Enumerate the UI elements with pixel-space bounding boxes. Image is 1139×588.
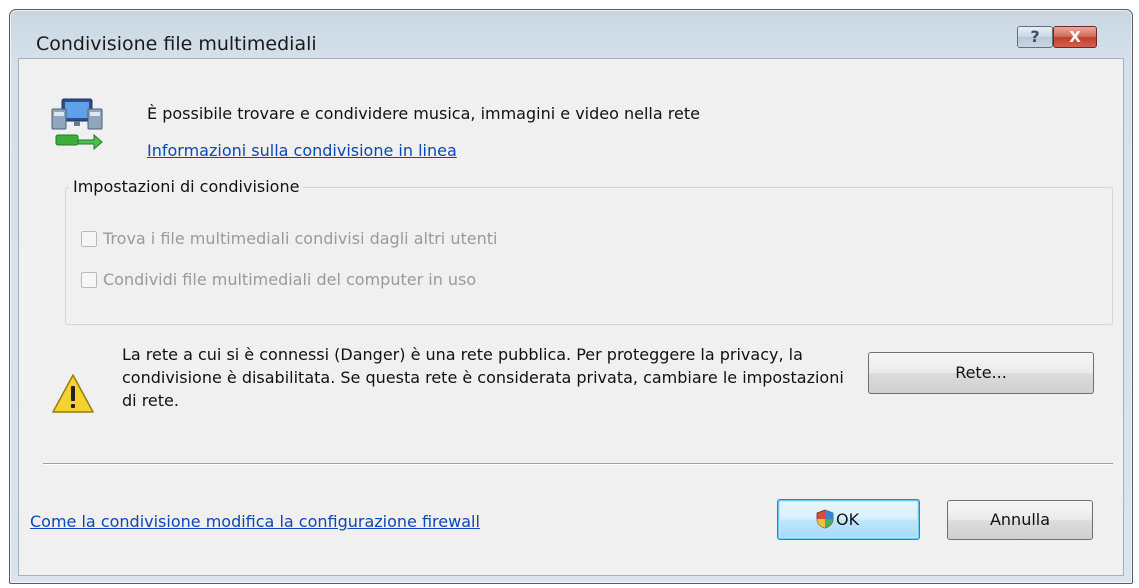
close-icon: X <box>1069 28 1081 46</box>
help-icon: ? <box>1030 27 1040 46</box>
footer-separator <box>43 463 1113 465</box>
find-shared-media-checkbox[interactable] <box>81 231 97 247</box>
cancel-button[interactable]: Annulla <box>947 500 1093 540</box>
dialog-window: Condivisione file multimediali ? X È pos… <box>9 9 1133 584</box>
window-title: Condivisione file multimediali <box>36 33 317 55</box>
network-button[interactable]: Rete... <box>868 352 1094 394</box>
help-button[interactable]: ? <box>1017 26 1053 48</box>
network-sharing-icon <box>51 98 103 151</box>
warning-icon <box>52 374 94 413</box>
firewall-config-link[interactable]: Come la condivisione modifica la configu… <box>30 512 480 531</box>
sharing-info-link[interactable]: Informazioni sulla condivisione in linea <box>147 141 457 160</box>
share-my-media-checkbox[interactable] <box>81 272 97 288</box>
close-button[interactable]: X <box>1053 26 1097 48</box>
dialog-content: È possibile trovare e condividere musica… <box>18 58 1124 576</box>
title-bar[interactable]: Condivisione file multimediali ? X <box>10 10 1132 58</box>
public-network-warning: La rete a cui si è connessi (Danger) è u… <box>122 345 844 410</box>
find-shared-media-label: Trova i file multimediali condivisi dagl… <box>103 229 498 248</box>
sharing-description: È possibile trovare e condividere musica… <box>147 104 700 123</box>
sharing-settings-group <box>65 187 1113 325</box>
share-my-media-label: Condividi file multimediali del computer… <box>103 270 477 289</box>
sharing-settings-label: Impostazioni di condivisione <box>69 177 304 196</box>
ok-button[interactable]: OK <box>777 499 920 540</box>
ok-label: OK <box>836 510 860 529</box>
uac-shield-icon <box>816 509 834 529</box>
